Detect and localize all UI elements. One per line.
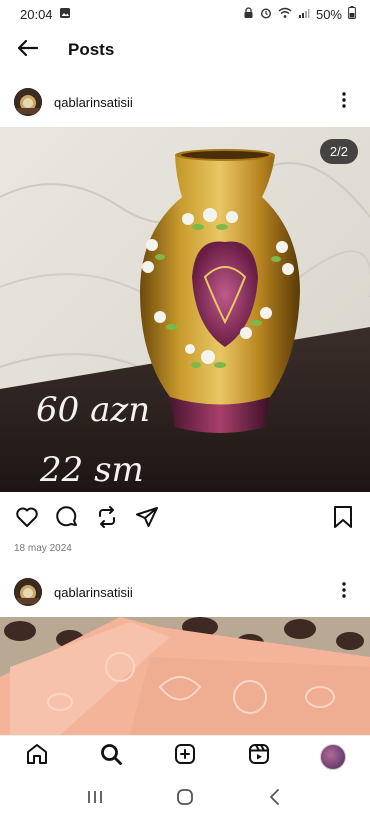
post-header: qablarinsatisii	[0, 568, 370, 616]
back-button[interactable]	[0, 28, 56, 72]
battery-icon	[348, 6, 356, 22]
more-vertical-icon	[342, 581, 346, 603]
page-title: Posts	[68, 40, 115, 59]
nav-home-button[interactable]	[22, 742, 52, 772]
more-options-button[interactable]	[332, 580, 356, 604]
lock-icon	[243, 6, 254, 22]
post-image[interactable]: 60 azn 22 sm 2/2	[0, 127, 370, 492]
post-image[interactable]	[0, 617, 370, 735]
system-back-button[interactable]	[260, 785, 290, 815]
status-bar: 20:04 50%	[0, 0, 370, 28]
system-home-button[interactable]	[170, 785, 200, 815]
gallery-notification-icon	[59, 7, 71, 22]
status-time: 20:04	[20, 6, 53, 22]
back-chevron-icon	[268, 788, 282, 811]
image-counter-badge: 2/2	[319, 139, 358, 164]
recents-button[interactable]	[80, 785, 110, 815]
heart-icon	[15, 506, 39, 533]
overlay-price-text: 60 azn	[36, 390, 150, 430]
post-username[interactable]: qablarinsatisii	[54, 585, 332, 600]
battery-percent: 50%	[315, 6, 342, 22]
comment-button[interactable]	[54, 505, 80, 534]
create-icon	[173, 742, 197, 771]
share-button[interactable]	[134, 506, 160, 532]
repost-button[interactable]	[94, 505, 120, 534]
more-options-button[interactable]	[332, 90, 356, 114]
signal-icon	[298, 7, 310, 22]
avatar[interactable]	[14, 88, 42, 116]
send-icon	[135, 505, 159, 534]
nav-search-button[interactable]	[96, 742, 126, 772]
wifi-icon	[278, 7, 292, 22]
towels-photo	[0, 617, 370, 735]
bookmark-icon	[333, 505, 353, 534]
more-vertical-icon	[342, 91, 346, 113]
recents-icon	[86, 789, 104, 810]
post-action-bar	[0, 500, 370, 538]
nav-create-button[interactable]	[170, 742, 200, 772]
home-icon	[25, 742, 49, 771]
avatar[interactable]	[14, 578, 42, 606]
app-header: Posts	[0, 28, 370, 72]
post-header: qablarinsatisii	[0, 78, 370, 126]
home-circle-icon	[176, 788, 194, 811]
repost-icon	[95, 505, 119, 534]
post-date: 18 may 2024	[14, 543, 72, 554]
system-nav-bar	[0, 777, 370, 822]
alarm-icon	[260, 7, 272, 22]
overlay-size-text: 22 sm	[39, 450, 144, 490]
like-button[interactable]	[14, 506, 40, 532]
comment-icon	[55, 505, 79, 534]
nav-profile-button[interactable]	[318, 742, 348, 772]
vase-photo: 60 azn 22 sm	[0, 127, 370, 492]
nav-reels-button[interactable]	[244, 742, 274, 772]
post-username[interactable]: qablarinsatisii	[54, 95, 332, 110]
search-icon	[99, 742, 123, 771]
reels-icon	[247, 742, 271, 771]
save-button[interactable]	[330, 505, 356, 534]
bottom-nav	[0, 735, 370, 777]
profile-avatar	[320, 743, 346, 770]
arrow-left-icon	[16, 36, 40, 65]
